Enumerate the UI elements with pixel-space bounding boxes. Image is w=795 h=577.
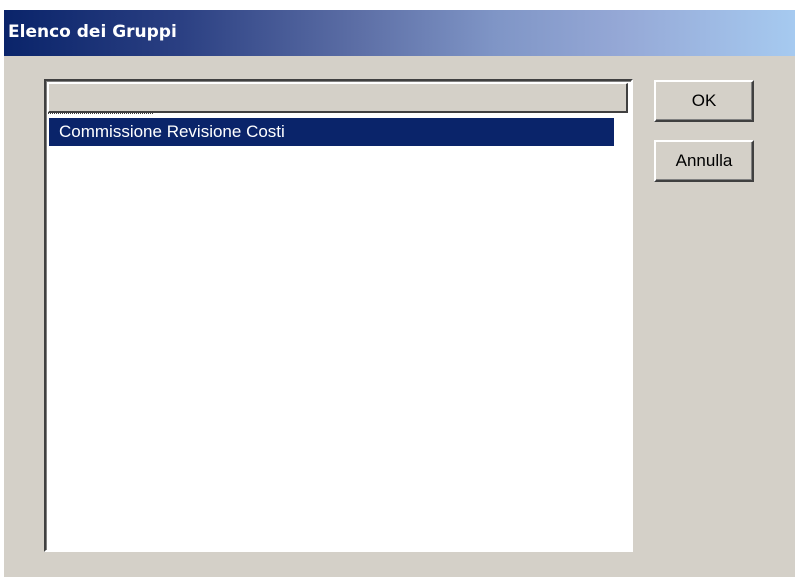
column-resize-divider[interactable] [48,112,153,114]
cancel-button[interactable]: Annulla [654,140,754,182]
title-bar[interactable]: Elenco dei Gruppi [4,10,795,56]
list-item[interactable]: Commissione Revisione Costi [49,118,614,146]
ok-button[interactable]: OK [654,80,754,122]
groups-list[interactable]: Commissione Revisione Costi [44,79,633,552]
list-column-header[interactable] [48,83,628,113]
groups-dialog: Elenco dei Gruppi Commissione Revisione … [4,10,795,577]
window-title: Elenco dei Gruppi [8,22,177,42]
